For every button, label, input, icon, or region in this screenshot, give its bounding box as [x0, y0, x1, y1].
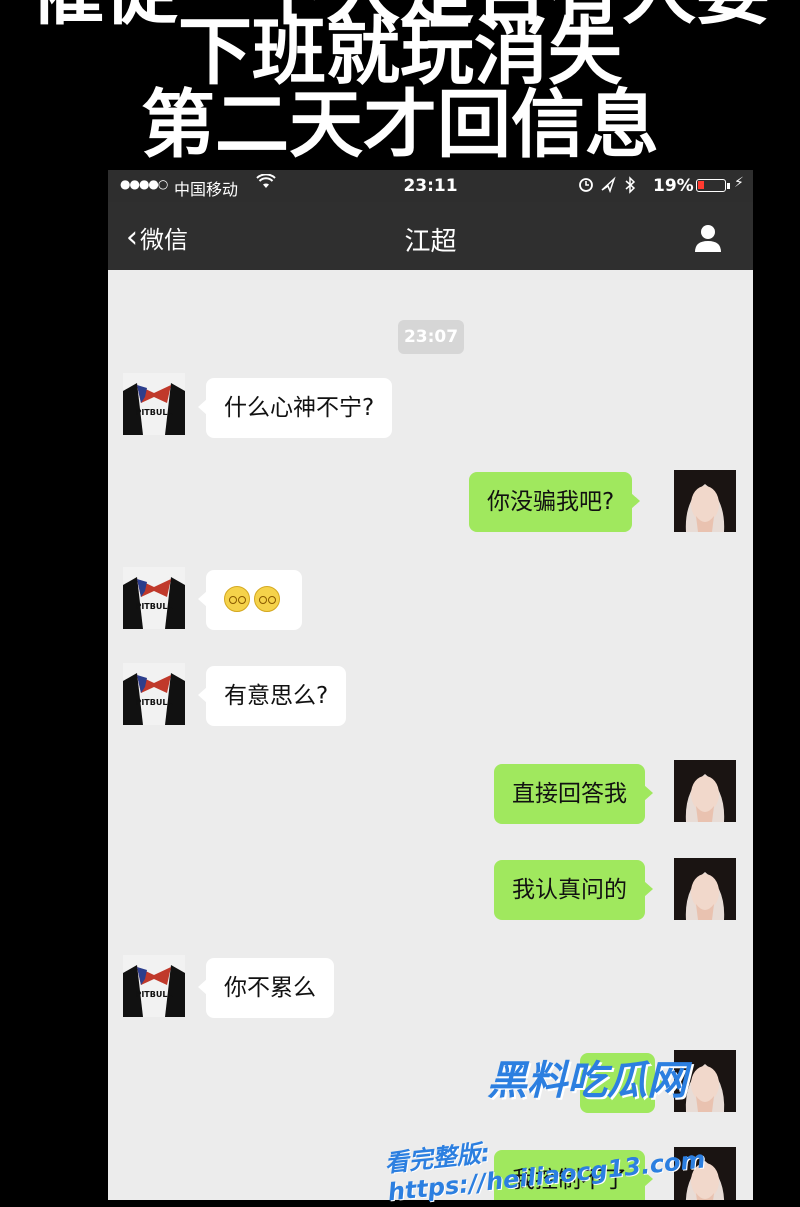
incoming-message[interactable]: 什么心神不宁? — [197, 378, 393, 438]
message-timestamp: 23:07 — [398, 320, 464, 354]
status-bar: ●●●●○ 中国移动 23:11 19% ⚡ — [108, 170, 753, 202]
battery-icon — [696, 179, 726, 192]
caption-overlay: 催促一下人是否有人要 下班就玩消失 第二天才回信息 — [0, 0, 800, 170]
contact-avatar[interactable]: PITBULL — [123, 663, 185, 725]
dizzy-face-emoji — [224, 586, 250, 612]
chat-title: 江超 — [404, 227, 457, 257]
my-avatar[interactable] — [674, 858, 736, 920]
incoming-message[interactable]: 有意思么? — [197, 666, 347, 726]
dizzy-face-emoji — [254, 586, 280, 612]
incoming-emoji-message[interactable] — [198, 570, 302, 630]
charging-icon: ⚡ — [734, 175, 744, 191]
outgoing-message[interactable]: 直接回答我 — [494, 764, 653, 824]
chat-navbar: ‹微信 江超 — [108, 202, 753, 270]
my-avatar[interactable] — [674, 760, 736, 822]
contact-info-button[interactable] — [690, 220, 726, 256]
incoming-message[interactable]: 你不累么 — [198, 958, 334, 1018]
svg-text:PITBULL: PITBULL — [135, 990, 172, 999]
battery-percent: 19% — [653, 176, 694, 196]
watermark-logo: 黑料吃瓜网 — [487, 1058, 687, 1104]
outgoing-message[interactable]: 我认真问的 — [494, 860, 653, 920]
my-avatar[interactable] — [674, 470, 736, 532]
person-icon — [695, 225, 721, 252]
svg-text:PITBULL: PITBULL — [135, 602, 172, 611]
phone-screen: ●●●●○ 中国移动 23:11 19% ⚡ ‹微信 江超 23:07 PITB… — [108, 170, 753, 1200]
contact-avatar[interactable]: PITBULL — [123, 955, 185, 1017]
location-bluetooth-icons — [578, 176, 648, 198]
outgoing-message[interactable]: 你没骗我吧? — [469, 472, 641, 532]
svg-text:PITBULL: PITBULL — [135, 408, 172, 417]
contact-avatar[interactable]: PITBULL — [123, 567, 185, 629]
contact-avatar[interactable]: PITBULL — [123, 373, 185, 435]
svg-text:PITBULL: PITBULL — [135, 698, 172, 707]
caption-line-3: 第二天才回信息 — [141, 82, 659, 168]
battery-cap — [727, 183, 730, 189]
caption-line-2: 下班就玩消失 — [178, 9, 622, 95]
